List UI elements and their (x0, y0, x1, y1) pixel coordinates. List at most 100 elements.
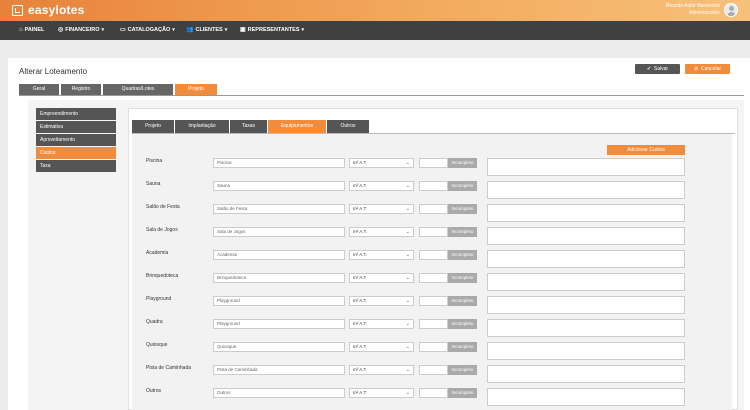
equipment-form: Adicionar Custos Piscina Piscina m² A.T. ⌄ I… (132, 134, 732, 410)
equipment-name-input[interactable]: Brinquedoteca (213, 273, 345, 283)
unit-select[interactable]: m² A.T. ⌄ (349, 181, 414, 191)
notes-textarea[interactable] (487, 342, 685, 360)
notes-textarea[interactable] (487, 296, 685, 314)
unit-select[interactable]: m² A.T. ⌄ (349, 204, 414, 214)
cancel-button[interactable]: ⊘ Cancelar (685, 64, 730, 74)
notes-textarea[interactable] (487, 273, 685, 291)
book-icon: ▭ (120, 27, 126, 33)
add-cost-button[interactable]: Adicionar Custos (607, 145, 685, 155)
sidebar-item-estimativa[interactable]: Estimativa (36, 121, 116, 133)
unit-select[interactable]: m² A.T. ⌄ (349, 342, 414, 352)
equipment-name-input[interactable]: Academia (213, 250, 345, 260)
nav-item-clientes[interactable]: 👥 CLIENTES ▾ (186, 21, 227, 40)
tab-sub-taxas[interactable]: Taxas (230, 120, 267, 133)
nav-item-financeiro[interactable]: ◎ FINANCEIRO ▾ (58, 21, 104, 40)
chevron-down-icon: ⌄ (405, 252, 410, 258)
unit-select[interactable]: m² A.T. ⌄ (349, 250, 414, 260)
quantity-input[interactable] (419, 204, 448, 214)
sidebar-item-empreendimento[interactable]: Empreendimento (36, 108, 116, 120)
equipment-name-input[interactable]: Pista de Caminhada (213, 365, 345, 375)
quantity-input[interactable] (419, 388, 448, 398)
brand-logo[interactable]: easylotes (28, 3, 85, 17)
equipment-label: Academia (146, 250, 169, 256)
tab-sub-projeto[interactable]: Projeto (132, 120, 174, 133)
equipment-name-input[interactable]: Sauna (213, 181, 345, 191)
nav-item-catalogacao[interactable]: ▭ CATALOGAÇÃO ▾ (120, 21, 175, 40)
cancel-icon: ⊘ (694, 66, 699, 72)
notes-textarea[interactable] (487, 181, 685, 199)
equipment-row: Sauna Sauna m² A.T. ⌄ Incompleto (132, 181, 732, 204)
equipment-label: Brinquedoteca (146, 273, 179, 279)
tab-registro[interactable]: Registro (61, 84, 101, 95)
equipment-name-input[interactable]: Quiosque (213, 342, 345, 352)
avatar[interactable] (724, 3, 738, 17)
quantity-input[interactable] (419, 273, 448, 283)
quantity-input[interactable] (419, 227, 448, 237)
equipment-name-input[interactable]: Playground (213, 319, 345, 329)
chevron-down-icon: ▾ (172, 27, 175, 33)
user-info[interactable]: Ricardo Aulor Barrientos Administrador (666, 3, 720, 17)
unit-select[interactable]: m² A.T. ⌄ (349, 365, 414, 375)
equipment-name-input[interactable]: Piscina (213, 158, 345, 168)
equipment-row: Quiosque Quiosque m² A.T. ⌄ Incompleto (132, 342, 732, 365)
save-button[interactable]: ✔ Salvar (635, 64, 680, 74)
unit-select[interactable]: m² A.T. ⌄ (349, 296, 414, 306)
sidebar-item-aproveitamento[interactable]: Aproveitamento (36, 134, 116, 146)
tab-sub-equipamentos[interactable]: Equipamentos (268, 120, 326, 133)
equipment-label: Playground (146, 296, 172, 302)
status-badge: Incompleto (448, 181, 477, 191)
unit-select[interactable]: m² A.T. ⌄ (349, 158, 414, 168)
equipment-name-input[interactable]: Outros (213, 388, 345, 398)
status-badge: Incompleto (448, 273, 477, 283)
equipment-name-input[interactable]: Sala de Jogos (213, 227, 345, 237)
status-badge: Incompleto (448, 204, 477, 214)
quantity-input[interactable] (419, 319, 448, 329)
chevron-down-icon: ▾ (301, 27, 305, 33)
logo-icon (12, 5, 23, 16)
equipment-name-input[interactable]: Salão de Festa (213, 204, 345, 214)
equipment-row: Sala de Jogos Sala de Jogos m² A.T. ⌄ Incomp… (132, 227, 732, 250)
sidebar-item-custos[interactable]: Custos (36, 147, 116, 159)
tab-sub-implantacao[interactable]: Implantação (175, 120, 229, 133)
chevron-down-icon: ⌄ (405, 183, 410, 189)
tab-projeto[interactable]: Projeto (175, 84, 217, 95)
project-panel: Empreendimento Estimativa Aproveitamento… (28, 100, 744, 410)
nav-item-painel[interactable]: ⌂ PAINEL (19, 21, 44, 40)
tab-sub-outros[interactable]: Outros (327, 120, 369, 133)
equipment-name-input[interactable]: Playground (213, 296, 345, 306)
quantity-input[interactable] (419, 365, 448, 375)
equipment-label: Sala de Jogos (146, 227, 178, 233)
unit-select[interactable]: m² A.T. ⌄ (349, 388, 414, 398)
equipment-row: Outros Outros m² A.T. ⌄ Incompleto (132, 388, 732, 410)
quantity-input[interactable] (419, 181, 448, 191)
notes-textarea[interactable] (487, 158, 685, 176)
status-badge: Incompleto (448, 319, 477, 329)
nav-item-representantes[interactable]: ▣ REPRESENTANTES ▾ (240, 21, 304, 40)
unit-select[interactable]: m² A.T. ⌄ (349, 273, 414, 283)
tab-quadras-lotes[interactable]: Quadras/Lotes (103, 84, 173, 95)
tab-geral[interactable]: Geral (19, 84, 59, 95)
check-icon: ✔ (646, 66, 652, 72)
equipment-row: Brinquedoteca Brinquedoteca m² A.T. ⌄ Incomp… (132, 273, 732, 296)
chevron-down-icon: ▾ (224, 27, 228, 33)
equipment-row: Piscina Piscina m² A.T. ⌄ Incompleto (132, 158, 732, 181)
unit-select[interactable]: m² A.T. ⌄ (349, 319, 414, 329)
status-badge: Incompleto (448, 250, 477, 260)
equipment-label: Sauna (146, 181, 161, 187)
status-badge: Incompleto (448, 158, 477, 168)
quantity-input[interactable] (419, 296, 448, 306)
notes-textarea[interactable] (487, 204, 685, 222)
user-role: Administrador (689, 10, 720, 16)
notes-textarea[interactable] (487, 227, 685, 245)
notes-textarea[interactable] (487, 319, 685, 337)
notes-textarea[interactable] (487, 388, 685, 406)
chevron-down-icon: ⌄ (405, 229, 410, 235)
quantity-input[interactable] (419, 342, 448, 352)
notes-textarea[interactable] (487, 365, 685, 383)
unit-select[interactable]: m² A.T. ⌄ (349, 227, 414, 237)
sidebar-item-taxa[interactable]: Taxa (36, 160, 116, 172)
equipment-label: Quiosque (146, 342, 168, 348)
quantity-input[interactable] (419, 158, 448, 168)
quantity-input[interactable] (419, 250, 448, 260)
notes-textarea[interactable] (487, 250, 685, 268)
